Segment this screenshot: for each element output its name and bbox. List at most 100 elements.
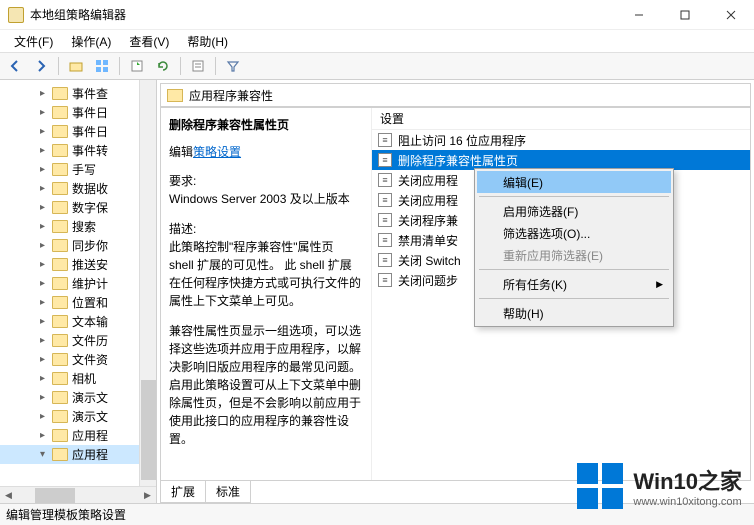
tree-twisty-icon[interactable]: ▾ xyxy=(40,449,50,460)
close-button[interactable] xyxy=(708,0,754,30)
tree-twisty-icon[interactable]: ▸ xyxy=(40,164,50,175)
tree-item[interactable]: ▸演示文 xyxy=(0,388,156,407)
tree-twisty-icon[interactable]: ▸ xyxy=(40,278,50,289)
folder-icon xyxy=(52,315,68,328)
tree-twisty-icon[interactable]: ▸ xyxy=(40,145,50,156)
tree-item[interactable]: ▸文本输 xyxy=(0,312,156,331)
tree-twisty-icon[interactable]: ▸ xyxy=(40,183,50,194)
context-menu-item[interactable]: 所有任务(K)▶ xyxy=(477,273,671,295)
settings-column-header[interactable]: 设置 xyxy=(372,108,750,130)
tree-twisty-icon[interactable]: ▸ xyxy=(40,297,50,308)
tree-item-label: 搜索 xyxy=(72,218,96,235)
list-view-button[interactable] xyxy=(91,55,113,77)
tree-item[interactable]: ▸事件日 xyxy=(0,103,156,122)
edit-policy-link[interactable]: 策略设置 xyxy=(193,145,241,159)
tree-twisty-icon[interactable]: ▸ xyxy=(40,373,50,384)
tree-item[interactable]: ▸应用程 xyxy=(0,426,156,445)
tree-twisty-icon[interactable]: ▸ xyxy=(40,88,50,99)
context-menu-item[interactable]: 帮助(H) xyxy=(477,302,671,324)
tree-item[interactable]: ▸位置和 xyxy=(0,293,156,312)
folder-icon xyxy=(52,391,68,404)
menu-file[interactable]: 文件(F) xyxy=(6,31,61,52)
tree-twisty-icon[interactable]: ▸ xyxy=(40,354,50,365)
context-menu-label: 帮助(H) xyxy=(503,305,544,322)
folder-icon xyxy=(52,201,68,214)
tree-item[interactable]: ▸演示文 xyxy=(0,407,156,426)
setting-label: 关闭应用程 xyxy=(398,172,458,189)
maximize-button[interactable] xyxy=(662,0,708,30)
properties-button[interactable] xyxy=(187,55,209,77)
folder-icon xyxy=(52,353,68,366)
folder-icon xyxy=(52,429,68,442)
tree-twisty-icon[interactable]: ▸ xyxy=(40,240,50,251)
tree-twisty-icon[interactable]: ▸ xyxy=(40,335,50,346)
filter-button[interactable] xyxy=(222,55,244,77)
tree-twisty-icon[interactable]: ▸ xyxy=(40,259,50,270)
context-menu-item[interactable]: 筛选器选项(O)... xyxy=(477,222,671,244)
tree-item-label: 文件历 xyxy=(72,332,108,349)
setting-row[interactable]: ≡删除程序兼容性属性页 xyxy=(372,150,750,170)
menu-help[interactable]: 帮助(H) xyxy=(179,31,236,52)
tree-item[interactable]: ▸ 文件资 xyxy=(0,350,156,369)
tree-item[interactable]: ▸维护计 xyxy=(0,274,156,293)
back-button[interactable] xyxy=(4,55,26,77)
menu-view[interactable]: 查看(V) xyxy=(121,31,177,52)
export-button[interactable] xyxy=(126,55,148,77)
setting-row[interactable]: ≡阻止访问 16 位应用程序 xyxy=(372,130,750,150)
tree-item[interactable]: ▾应用程 xyxy=(0,445,156,464)
context-menu-separator xyxy=(479,298,669,299)
tree-twisty-icon[interactable]: ▸ xyxy=(40,221,50,232)
tree-item[interactable]: ▸事件查 xyxy=(0,84,156,103)
tree-twisty-icon[interactable]: ▸ xyxy=(40,202,50,213)
context-menu-label: 筛选器选项(O)... xyxy=(503,225,590,242)
folder-icon xyxy=(52,220,68,233)
folder-button[interactable] xyxy=(65,55,87,77)
context-menu-item: 重新应用筛选器(E) xyxy=(477,244,671,266)
tree-twisty-icon[interactable]: ▸ xyxy=(40,392,50,403)
tree-item[interactable]: ▸ 文件历 xyxy=(0,331,156,350)
toolbar xyxy=(0,52,754,80)
policy-icon: ≡ xyxy=(378,213,392,227)
tree-twisty-icon[interactable]: ▸ xyxy=(40,107,50,118)
tree-item[interactable]: ▸数据收 xyxy=(0,179,156,198)
tree-twisty-icon[interactable]: ▸ xyxy=(40,430,50,441)
tree-item[interactable]: ▸推送安 xyxy=(0,255,156,274)
watermark: Win10之家 www.win10xitong.com xyxy=(577,463,742,509)
minimize-button[interactable] xyxy=(616,0,662,30)
context-menu-item[interactable]: 启用筛选器(F) xyxy=(477,200,671,222)
policy-icon: ≡ xyxy=(378,233,392,247)
tree-item-label: 相机 xyxy=(72,370,96,387)
windows-logo-icon xyxy=(577,463,623,509)
window-title: 本地组策略编辑器 xyxy=(30,6,126,23)
folder-icon xyxy=(52,448,68,461)
tree-item[interactable]: ▸ 搜索 xyxy=(0,217,156,236)
folder-icon xyxy=(52,163,68,176)
refresh-button[interactable] xyxy=(152,55,174,77)
tree-item-label: 文件资 xyxy=(72,351,108,368)
edit-policy-link-row: 编辑策略设置 xyxy=(169,143,361,160)
context-menu-label: 所有任务(K) xyxy=(503,276,567,293)
tree-twisty-icon[interactable]: ▸ xyxy=(40,126,50,137)
tree-item[interactable]: ▸事件日 xyxy=(0,122,156,141)
context-menu-label: 编辑(E) xyxy=(503,174,543,191)
tree-item-label: 事件转 xyxy=(72,142,108,159)
tree-item[interactable]: ▸手写 xyxy=(0,160,156,179)
menu-action[interactable]: 操作(A) xyxy=(63,31,119,52)
policy-icon: ≡ xyxy=(378,253,392,267)
tree-twisty-icon[interactable]: ▸ xyxy=(40,316,50,327)
folder-icon xyxy=(52,87,68,100)
context-menu-item[interactable]: 编辑(E) xyxy=(477,171,671,193)
tree-twisty-icon[interactable]: ▸ xyxy=(40,411,50,422)
tree-item[interactable]: ▸ 相机 xyxy=(0,369,156,388)
folder-icon xyxy=(52,296,68,309)
tab-standard[interactable]: 标准 xyxy=(205,481,251,503)
tree-horizontal-scrollbar[interactable]: ◀▶ xyxy=(0,486,156,503)
tree-item[interactable]: ▸ 事件转 xyxy=(0,141,156,160)
folder-icon xyxy=(52,144,68,157)
forward-button[interactable] xyxy=(30,55,52,77)
tree-vertical-scrollbar[interactable] xyxy=(139,80,156,486)
tree-item[interactable]: ▸数字保 xyxy=(0,198,156,217)
tab-extended[interactable]: 扩展 xyxy=(160,481,206,503)
policy-icon: ≡ xyxy=(378,153,392,167)
tree-item[interactable]: ▸同步你 xyxy=(0,236,156,255)
